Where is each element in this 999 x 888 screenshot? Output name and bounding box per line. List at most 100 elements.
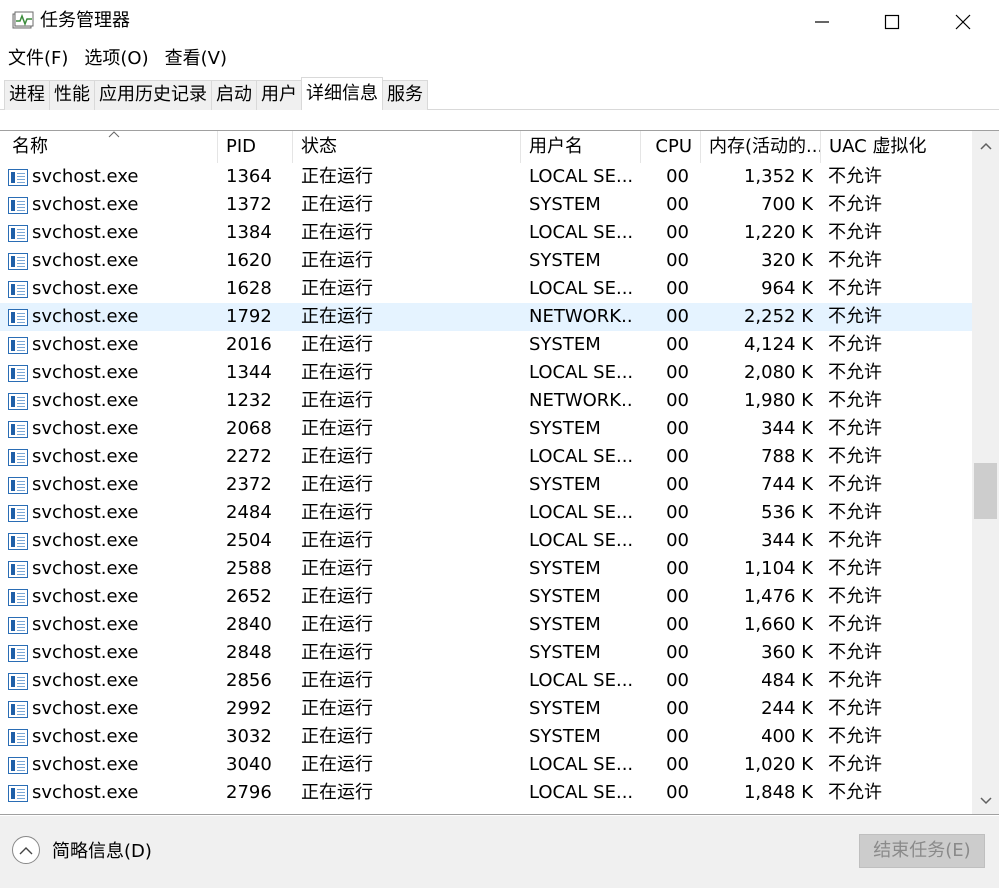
table-row[interactable]: svchost.exe 1792 正在运行 NETWORK... 00 2,252 K 不允… [0,303,972,331]
process-window-icon [8,365,28,382]
vertical-scrollbar[interactable] [972,131,999,814]
close-button[interactable] [928,0,998,44]
table-row[interactable]: svchost.exe 1372 正在运行 SYSTEM 00 700 K 不允许 [0,191,972,219]
task-manager-icon [12,11,34,29]
cell-user: SYSTEM [529,334,601,355]
process-window-icon [8,673,28,690]
table-row[interactable]: svchost.exe 2272 正在运行 LOCAL SE... 00 788 K 不允许 [0,443,972,471]
menu-options[interactable]: 选项(O) [76,44,156,74]
cell-status: 正在运行 [301,670,373,691]
cell-name: svchost.exe [32,502,139,523]
cell-user: LOCAL SE... [529,530,634,551]
tab-app-history[interactable]: 应用历史记录 [94,80,212,110]
column-header-name[interactable]: 名称 [4,131,218,163]
scroll-down-button[interactable] [972,786,999,814]
process-window-icon [8,309,28,326]
cell-status: 正在运行 [301,698,373,719]
table-row[interactable]: svchost.exe 1628 正在运行 LOCAL SE... 00 964 K 不允许 [0,275,972,303]
table-row[interactable]: svchost.exe 2796 正在运行 LOCAL SE... 00 1,848 K 不… [0,779,972,807]
table-row[interactable]: svchost.exe 2504 正在运行 LOCAL SE... 00 344 K 不允许 [0,527,972,555]
cell-memory: 360 K [761,642,813,663]
tab-details[interactable]: 详细信息 [301,77,383,110]
cell-name: svchost.exe [32,642,139,663]
cell-memory: 2,080 K [743,362,813,383]
cell-cpu: 00 [666,166,689,187]
cell-name: svchost.exe [32,558,139,579]
cell-uac: 不允许 [828,670,882,691]
table-row[interactable]: svchost.exe 2992 正在运行 SYSTEM 00 244 K 不允许 [0,695,972,723]
cell-memory: 700 K [761,194,813,215]
tab-performance[interactable]: 性能 [49,80,95,110]
cell-uac: 不允许 [828,586,882,607]
column-header-uac[interactable]: UAC 虚拟化 [821,131,972,163]
menu-file[interactable]: 文件(F) [0,44,76,74]
table-row[interactable]: svchost.exe 2484 正在运行 LOCAL SE... 00 536 K 不允许 [0,499,972,527]
cell-memory: 244 K [761,698,813,719]
table-row[interactable]: svchost.exe 3032 正在运行 SYSTEM 00 400 K 不允许 [0,723,972,751]
cell-cpu: 00 [666,446,689,467]
table-row[interactable]: svchost.exe 2848 正在运行 SYSTEM 00 360 K 不允许 [0,639,972,667]
cell-user: LOCAL SE... [529,222,634,243]
menu-view[interactable]: 查看(V) [157,44,235,74]
fewer-details-toggle[interactable]: 简略信息(D) [12,836,152,864]
end-task-button[interactable]: 结束任务(E) [859,834,985,868]
cell-cpu: 00 [666,390,689,411]
column-header-pid[interactable]: PID [218,131,293,163]
table-row[interactable]: svchost.exe 1620 正在运行 SYSTEM 00 320 K 不允许 [0,247,972,275]
cell-user: SYSTEM [529,250,601,271]
tab-processes[interactable]: 进程 [4,80,50,110]
cell-cpu: 00 [666,334,689,355]
table-row[interactable]: svchost.exe 2856 正在运行 LOCAL SE... 00 484 K 不允许 [0,667,972,695]
table-row[interactable]: svchost.exe 2588 正在运行 SYSTEM 00 1,104 K 不允许 [0,555,972,583]
table-row[interactable]: svchost.exe 2016 正在运行 SYSTEM 00 4,124 K 不允许 [0,331,972,359]
cell-cpu: 00 [666,782,689,803]
minimize-button[interactable] [787,0,857,44]
cell-user: SYSTEM [529,726,601,747]
tab-services[interactable]: 服务 [382,80,428,110]
table-row[interactable]: svchost.exe 2372 正在运行 SYSTEM 00 744 K 不允许 [0,471,972,499]
tab-startup[interactable]: 启动 [211,80,257,110]
column-header-user[interactable]: 用户名 [521,131,641,163]
cell-pid: 2372 [226,474,272,495]
process-window-icon [8,589,28,606]
table-row[interactable]: svchost.exe 3040 正在运行 LOCAL SE... 00 1,020 K 不… [0,751,972,779]
cell-uac: 不允许 [828,250,882,271]
cell-status: 正在运行 [301,166,373,187]
cell-name: svchost.exe [32,418,139,439]
cell-user: SYSTEM [529,586,601,607]
scroll-up-button[interactable] [972,131,999,161]
process-window-icon [8,225,28,242]
cell-memory: 484 K [761,670,813,691]
column-header-cpu[interactable]: CPU [641,131,701,163]
cell-status: 正在运行 [301,530,373,551]
table-row[interactable]: svchost.exe 1384 正在运行 LOCAL SE... 00 1,220 K 不… [0,219,972,247]
cell-uac: 不允许 [828,502,882,523]
column-header-memory[interactable]: 内存(活动的... [701,131,821,163]
table-row[interactable]: svchost.exe 2068 正在运行 SYSTEM 00 344 K 不允许 [0,415,972,443]
process-window-icon [8,701,28,718]
table-row[interactable]: svchost.exe 2652 正在运行 SYSTEM 00 1,476 K 不允许 [0,583,972,611]
cell-status: 正在运行 [301,642,373,663]
cell-cpu: 00 [666,670,689,691]
cell-uac: 不允许 [828,614,882,635]
scroll-thumb[interactable] [974,463,997,519]
cell-pid: 1620 [226,250,272,271]
cell-pid: 1232 [226,390,272,411]
table-row[interactable]: svchost.exe 2840 正在运行 SYSTEM 00 1,660 K 不允许 [0,611,972,639]
window-title: 任务管理器 [40,10,130,31]
maximize-button[interactable] [857,0,927,44]
table-row[interactable]: svchost.exe 1344 正在运行 LOCAL SE... 00 2,080 K 不… [0,359,972,387]
chevron-up-icon [979,142,992,150]
details-table: 名称 PID 状态 用户名 CPU 内存(活动的... UAC 虚拟化 svch… [0,130,999,815]
table-row[interactable]: svchost.exe 1364 正在运行 LOCAL SE... 00 1,352 K 不… [0,163,972,191]
cell-cpu: 00 [666,418,689,439]
tab-users[interactable]: 用户 [256,80,302,110]
column-header-status[interactable]: 状态 [293,131,521,163]
cell-user: SYSTEM [529,474,601,495]
collapse-button[interactable] [12,836,40,864]
cell-cpu: 00 [666,586,689,607]
process-window-icon [8,169,28,186]
table-row[interactable]: svchost.exe 1232 正在运行 NETWORK... 00 1,980 K 不允… [0,387,972,415]
process-window-icon [8,477,28,494]
cell-user: LOCAL SE... [529,166,634,187]
